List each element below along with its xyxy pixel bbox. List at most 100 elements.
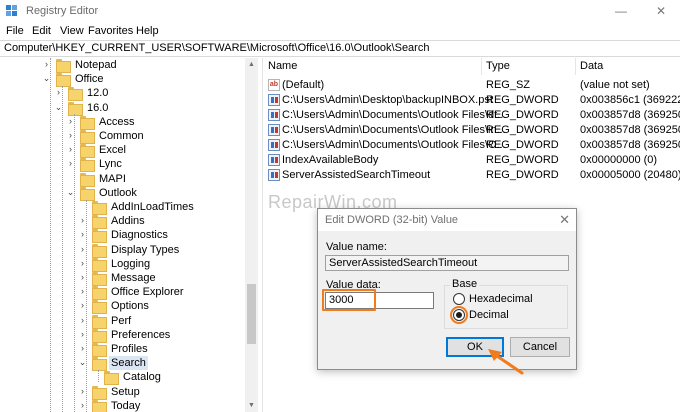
folder-icon [92,200,107,215]
tree-item[interactable]: › Message [0,271,245,286]
dword-value-icon [268,154,280,166]
value-name: C:\Users\Admin\Documents\Outlook Files\O… [282,139,506,151]
menu-bar: File Edit View Favorites Help [0,22,680,40]
minimize-button[interactable]: — [604,0,638,22]
folder-icon [92,314,107,329]
folder-icon [92,285,107,300]
tree-item[interactable]: › Logging [0,257,245,272]
folder-icon [80,186,95,201]
pane-splitter[interactable] [262,58,263,412]
scrollbar-thumb[interactable] [247,284,256,344]
tree-item[interactable]: AddInLoadTimes [0,200,245,215]
value-data: 0x003857d8 (3692504) [580,139,680,151]
value-type: REG_DWORD [486,124,559,136]
tree-item-label: 12.0 [87,87,109,99]
folder-icon [92,399,107,412]
value-row[interactable]: C:\Users\Admin\Desktop\backupINBOX.pst RE… [264,93,680,108]
folder-icon [92,257,107,272]
tree-item[interactable]: ⌄ Search [0,356,245,371]
folder-icon [68,101,83,116]
scroll-down-icon[interactable]: ▼ [245,399,258,412]
hexadecimal-radio[interactable] [453,293,465,305]
tree-item[interactable]: › Addins [0,214,245,229]
folder-icon [80,115,95,130]
dialog-close-icon[interactable]: ✕ [559,212,570,228]
folder-icon [80,143,95,158]
value-row[interactable]: ab (Default) REG_SZ (value not set) [264,78,680,93]
tree-item[interactable]: ⌄ 16.0 [0,101,245,116]
tree-item-label: Common [99,130,144,142]
hexadecimal-label[interactable]: Hexadecimal [469,293,533,305]
tree-item[interactable]: › Today [0,399,245,412]
value-data: (value not set) [580,79,650,91]
menu-favorites[interactable]: Favorites [88,25,133,37]
tree-item-label: 16.0 [87,102,109,114]
value-type: REG_DWORD [486,139,559,151]
tree-item-label: Message [111,272,156,284]
tree-item-label: Notepad [75,59,117,71]
column-data[interactable]: Data [576,58,680,75]
value-row[interactable]: C:\Users\Admin\Documents\Outlook Files\i… [264,123,680,138]
menu-file[interactable]: File [6,25,24,37]
tree-item[interactable]: › Options [0,299,245,314]
menu-view[interactable]: View [60,25,84,37]
tree-item-label: Catalog [123,371,161,383]
close-button[interactable]: ✕ [644,0,678,22]
dword-value-icon [268,124,280,136]
window-title: Registry Editor [26,5,99,17]
tree-item[interactable]: › Excel [0,143,245,158]
dword-value-icon [268,139,280,151]
value-data: 0x00005000 (20480) [580,169,680,181]
folder-icon [92,299,107,314]
folder-icon [92,356,107,371]
value-row[interactable]: ServerAssistedSearchTimeout REG_DWORD 0x00… [264,168,680,183]
folder-icon [92,271,107,286]
tree-item[interactable]: ⌄ Office [0,72,245,87]
value-row[interactable]: C:\Users\Admin\Documents\Outlook Files\O… [264,138,680,153]
base-label: Base [450,278,480,290]
tree-item[interactable]: › Profiles [0,342,245,357]
folder-icon [92,385,107,400]
folder-icon [92,342,107,357]
tree-item-label: Outlook [99,187,137,199]
tree-item[interactable]: › Access [0,115,245,130]
menu-edit[interactable]: Edit [32,25,51,37]
tree-item[interactable]: › Display Types [0,243,245,258]
tree-connector [74,114,75,412]
tree-scrollbar[interactable]: ▲ ▼ [245,58,258,412]
address-bar[interactable]: Computer\HKEY_CURRENT_USER\SOFTWARE\Micr… [0,40,680,57]
pointer-arrow-icon [488,349,524,375]
decimal-label[interactable]: Decimal [469,309,509,321]
menu-help[interactable]: Help [136,25,159,37]
tree-item-label: Profiles [111,343,148,355]
scroll-up-icon[interactable]: ▲ [245,58,258,71]
tree-item-label: AddInLoadTimes [111,201,194,213]
dword-value-icon [268,169,280,181]
tree-item[interactable]: › Setup [0,385,245,400]
column-type[interactable]: Type [482,58,576,75]
value-name-field: ServerAssistedSearchTimeout [325,255,569,271]
tree-item[interactable]: › Preferences [0,328,245,343]
tree-item[interactable]: › Perf [0,314,245,329]
tree-item[interactable]: › Diagnostics [0,228,245,243]
folder-icon [80,129,95,144]
tree-item[interactable]: › Notepad [0,58,245,73]
tree-item[interactable]: MAPI [0,172,245,187]
tree-item[interactable]: Catalog [0,370,245,385]
folder-icon [80,172,95,187]
tree-item[interactable]: › Lync [0,157,245,172]
value-row[interactable]: IndexAvailableBody REG_DWORD 0x00000000 (0… [264,153,680,168]
column-name[interactable]: Name [264,58,482,75]
tree-item[interactable]: › 12.0 [0,86,245,101]
tree-item-label: Diagnostics [111,229,168,241]
tree-item-label: Office [75,73,104,85]
tree-item[interactable]: ⌄ Outlook [0,186,245,201]
tree-item-label: Excel [99,144,126,156]
tree-item[interactable]: › Common [0,129,245,144]
tree-item[interactable]: › Office Explorer [0,285,245,300]
value-data: 0x003857d8 (3692504) [580,124,680,136]
value-row[interactable]: C:\Users\Admin\Documents\Outlook Files\d… [264,108,680,123]
value-type: REG_DWORD [486,169,559,181]
dialog-title: Edit DWORD (32-bit) Value [325,214,459,226]
value-data: 0x003856c1 (3692225) [580,94,680,106]
